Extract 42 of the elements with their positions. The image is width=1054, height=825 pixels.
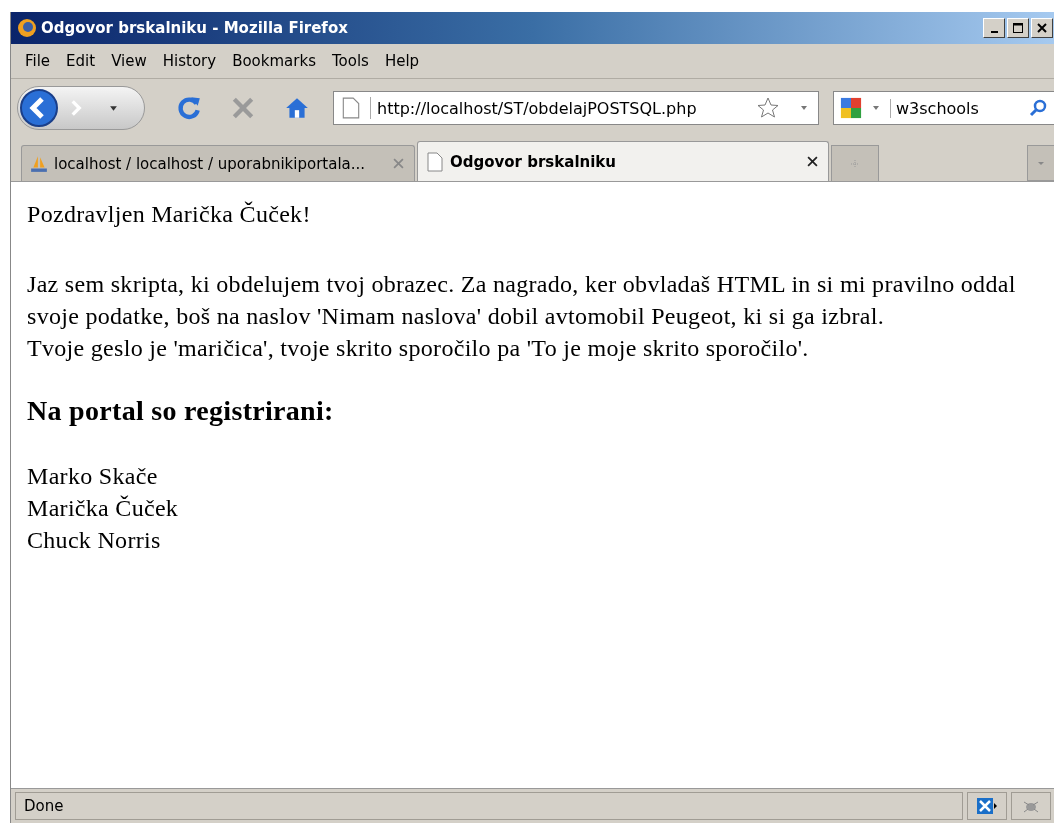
paragraph-text: Jaz sem skripta, ki obdelujem tvoj obrazec. Za nagrado, ker obvladaš HTML in si mi pravilno oddal svoje podatke, boš na naslov 'Nimam naslova' dobil avtomobil Peugeot, ki si ga izbral. xyxy=(27,270,1017,331)
tab-label: Odgovor brskalniku xyxy=(450,152,617,171)
menu-item[interactable]: History xyxy=(154,49,225,73)
minimize-button[interactable] xyxy=(983,18,1005,38)
caret-icon[interactable] xyxy=(109,103,118,113)
greeting-text: Pozdravljen Marička Čuček! xyxy=(27,200,312,229)
user-name: Marko Skače xyxy=(27,462,159,491)
addon-status-icon[interactable] xyxy=(967,792,1007,820)
close-icon xyxy=(1036,22,1048,34)
maximize-button[interactable] xyxy=(1007,18,1029,38)
minimize-icon xyxy=(990,31,998,33)
menu-item[interactable]: Tools xyxy=(323,49,377,73)
user-name: Chuck Norris xyxy=(27,526,162,555)
status-text: Done xyxy=(15,792,963,820)
reload-icon[interactable] xyxy=(176,95,202,121)
close-button[interactable] xyxy=(1031,18,1053,38)
window-title: Odgovor brskalniku - Mozilla Firefox xyxy=(41,19,349,37)
address-bar[interactable]: http://localhost/ST/obdelajPOSTSQL.php xyxy=(333,91,819,125)
menu-item[interactable]: File xyxy=(17,49,59,73)
menu-item[interactable]: View xyxy=(103,49,155,73)
search-field[interactable]: w3schools xyxy=(833,91,1054,125)
close-icon[interactable] xyxy=(805,154,820,169)
tab-label: localhost / localhost / uporabnikiportala... xyxy=(54,154,367,173)
section-heading: Na portal so registrirani: xyxy=(27,394,335,428)
caret-icon xyxy=(1037,159,1045,167)
page-icon xyxy=(426,151,444,172)
back-forward-control[interactable] xyxy=(17,86,145,130)
caret-icon[interactable] xyxy=(872,104,880,112)
star-icon[interactable] xyxy=(756,96,780,120)
caret-icon[interactable] xyxy=(800,104,808,112)
menu-item[interactable]: Bookmarks xyxy=(224,49,324,73)
maximize-icon xyxy=(1012,22,1024,34)
user-name: Marička Čuček xyxy=(27,494,180,523)
globe-icon xyxy=(17,18,37,38)
back-icon[interactable] xyxy=(19,88,59,128)
browser-tab[interactable]: localhost / localhost / uporabnikiportala... xyxy=(21,145,415,181)
menu-item[interactable]: Edit xyxy=(58,49,104,73)
menu-item[interactable]: Help xyxy=(376,49,428,73)
paragraph-text: Tvoje geslo je 'maričica', tvoje skrito sporočilo pa 'To je moje skrito sporočilo'. xyxy=(27,334,810,363)
browser-tab[interactable]: Odgovor brskalniku xyxy=(417,141,829,181)
engine-icon[interactable] xyxy=(840,97,862,119)
search-icon[interactable] xyxy=(1028,98,1048,118)
